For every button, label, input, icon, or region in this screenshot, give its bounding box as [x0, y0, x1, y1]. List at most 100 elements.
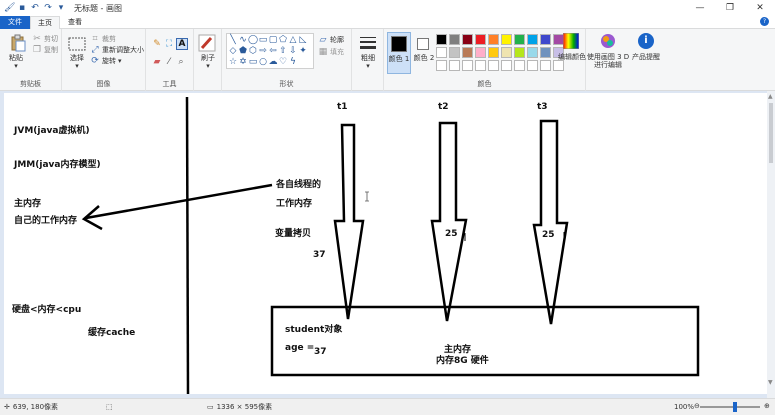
palette-swatch[interactable] — [553, 60, 564, 71]
text-tool-icon[interactable]: A — [176, 38, 188, 50]
select-button[interactable]: 选择 — [65, 54, 89, 62]
star5-shape-icon[interactable]: ☆ — [228, 57, 238, 67]
brush-icon[interactable] — [198, 34, 216, 52]
palette-swatch[interactable] — [475, 47, 486, 58]
right-triangle-shape-icon[interactable]: ◺ — [298, 35, 308, 45]
palette-swatch[interactable] — [540, 34, 551, 45]
up-arrow-shape-icon[interactable]: ⇧ — [278, 46, 288, 56]
callout-cloud-shape-icon[interactable]: ☁ — [268, 57, 278, 67]
palette-swatch[interactable] — [527, 34, 538, 45]
fill-bucket-icon[interactable]: ⛶ — [164, 39, 174, 49]
help-icon[interactable]: ? — [760, 17, 769, 26]
drawing-canvas[interactable]: JVM(java虚拟机) JMM(java内存模型) 主内存 自己的工作内存 各… — [4, 93, 767, 394]
rounded-rect-shape-icon[interactable]: ▢ — [268, 35, 278, 45]
redo-icon[interactable]: ↷ — [43, 3, 53, 13]
paste-button[interactable]: 粘贴 — [4, 54, 28, 62]
palette-swatch[interactable] — [462, 60, 473, 71]
pentagon-shape-icon[interactable]: ⬟ — [238, 46, 248, 56]
file-menu[interactable]: 文件 — [0, 15, 30, 29]
palette-swatch[interactable] — [540, 60, 551, 71]
tab-view[interactable]: 查看 — [60, 16, 90, 29]
copy-button[interactable]: ❐ 复制 — [32, 45, 58, 55]
palette-swatch[interactable] — [488, 60, 499, 71]
zoom-slider[interactable] — [700, 406, 760, 408]
size-dropdown-icon[interactable]: ▾ — [352, 62, 384, 70]
palette-swatch[interactable] — [527, 47, 538, 58]
down-arrow-shape-icon[interactable]: ⇩ — [288, 46, 298, 56]
triangle-shape-icon[interactable]: △ — [288, 35, 298, 45]
palette-swatch[interactable] — [514, 47, 525, 58]
palette-swatch[interactable] — [475, 34, 486, 45]
eraser-icon[interactable]: ▰ — [152, 57, 162, 67]
palette-swatch[interactable] — [436, 60, 447, 71]
left-arrow-shape-icon[interactable]: ⇦ — [268, 46, 278, 56]
palette-swatch[interactable] — [449, 47, 460, 58]
line-shape-icon[interactable]: ╲ — [228, 35, 238, 45]
cut-button[interactable]: ✂ 剪切 — [32, 34, 58, 44]
tab-home[interactable]: 主页 — [30, 15, 60, 29]
callout-rect-shape-icon[interactable]: ▭ — [248, 57, 258, 67]
outline-button[interactable]: ▱ 轮廓 — [318, 35, 344, 45]
palette-swatch[interactable] — [501, 34, 512, 45]
palette-swatch[interactable] — [488, 47, 499, 58]
crop-button[interactable]: ⌗ 裁剪 — [90, 34, 116, 44]
size-button[interactable]: 粗细 — [352, 54, 384, 62]
rotate-button[interactable]: ⟳ 旋转 ▾ — [90, 56, 121, 66]
zoom-slider-thumb[interactable] — [733, 402, 737, 412]
resize-button[interactable]: ⤢ 重新调整大小 — [90, 45, 144, 55]
fill-button[interactable]: ▦ 填充 — [318, 47, 344, 57]
undo-icon[interactable]: ↶ — [30, 3, 40, 13]
close-button[interactable]: ✕ — [745, 0, 775, 16]
brushes-group: 刷子 ▾ — [194, 29, 222, 91]
palette-swatch[interactable] — [475, 60, 486, 71]
minimize-button[interactable]: — — [685, 0, 715, 16]
edit-colors-label: 编辑颜色 — [558, 53, 586, 61]
palette-swatch[interactable] — [514, 34, 525, 45]
scroll-up-icon[interactable]: ▲ — [768, 93, 773, 100]
save-icon[interactable]: ▪ — [17, 3, 27, 13]
zoom-in-icon[interactable]: ⊕ — [764, 402, 770, 410]
edit-colors-icon — [563, 33, 579, 49]
palette-swatch[interactable] — [488, 34, 499, 45]
magnifier-icon[interactable]: ⌕ — [176, 57, 186, 67]
color-picker-icon[interactable]: ⁄ — [164, 57, 174, 67]
palette-swatch[interactable] — [462, 47, 473, 58]
brushes-button[interactable]: 刷子 — [194, 54, 222, 62]
paste-icon[interactable] — [9, 34, 27, 52]
zoom-out-icon[interactable]: ⊖ — [694, 402, 700, 410]
palette-swatch[interactable] — [527, 60, 538, 71]
palette-swatch[interactable] — [449, 34, 460, 45]
diamond-shape-icon[interactable]: ◇ — [228, 46, 238, 56]
curve-shape-icon[interactable]: ∿ — [238, 35, 248, 45]
right-arrow-shape-icon[interactable]: ⇨ — [258, 46, 268, 56]
vertical-scrollbar[interactable]: ▲ ▼ — [767, 91, 775, 398]
palette-swatch[interactable] — [449, 60, 460, 71]
select-icon[interactable] — [68, 35, 86, 53]
scroll-down-icon[interactable]: ▼ — [768, 379, 773, 386]
callout-oval-shape-icon[interactable]: ○ — [258, 57, 268, 67]
restore-button[interactable]: ❐ — [715, 0, 745, 16]
pencil-icon[interactable]: ✎ — [152, 39, 162, 49]
palette-swatch[interactable] — [462, 34, 473, 45]
brushes-dropdown-icon[interactable]: ▾ — [194, 62, 222, 70]
paste-dropdown-icon[interactable]: ▾ — [4, 62, 28, 70]
heart-shape-icon[interactable]: ♡ — [278, 57, 288, 67]
hexagon-shape-icon[interactable]: ⬡ — [248, 46, 258, 56]
select-dropdown-icon[interactable]: ▾ — [65, 62, 89, 70]
pointer-arrow-line — [85, 183, 273, 220]
palette-swatch[interactable] — [436, 47, 447, 58]
rectangle-shape-icon[interactable]: ▭ — [258, 35, 268, 45]
star6-shape-icon[interactable]: ✡ — [238, 57, 248, 67]
line-size-icon[interactable] — [359, 34, 377, 52]
palette-swatch[interactable] — [436, 34, 447, 45]
star4-shape-icon[interactable]: ✦ — [298, 46, 308, 56]
palette-swatch[interactable] — [540, 47, 551, 58]
scroll-thumb[interactable] — [769, 103, 773, 163]
palette-swatch[interactable] — [501, 47, 512, 58]
polygon-shape-icon[interactable]: ⬠ — [278, 35, 288, 45]
lightning-shape-icon[interactable]: ϟ — [288, 57, 298, 67]
palette-swatch[interactable] — [501, 60, 512, 71]
palette-swatch[interactable] — [514, 60, 525, 71]
oval-shape-icon[interactable]: ◯ — [248, 35, 258, 45]
customize-dropdown-icon[interactable]: ▾ — [56, 3, 66, 13]
